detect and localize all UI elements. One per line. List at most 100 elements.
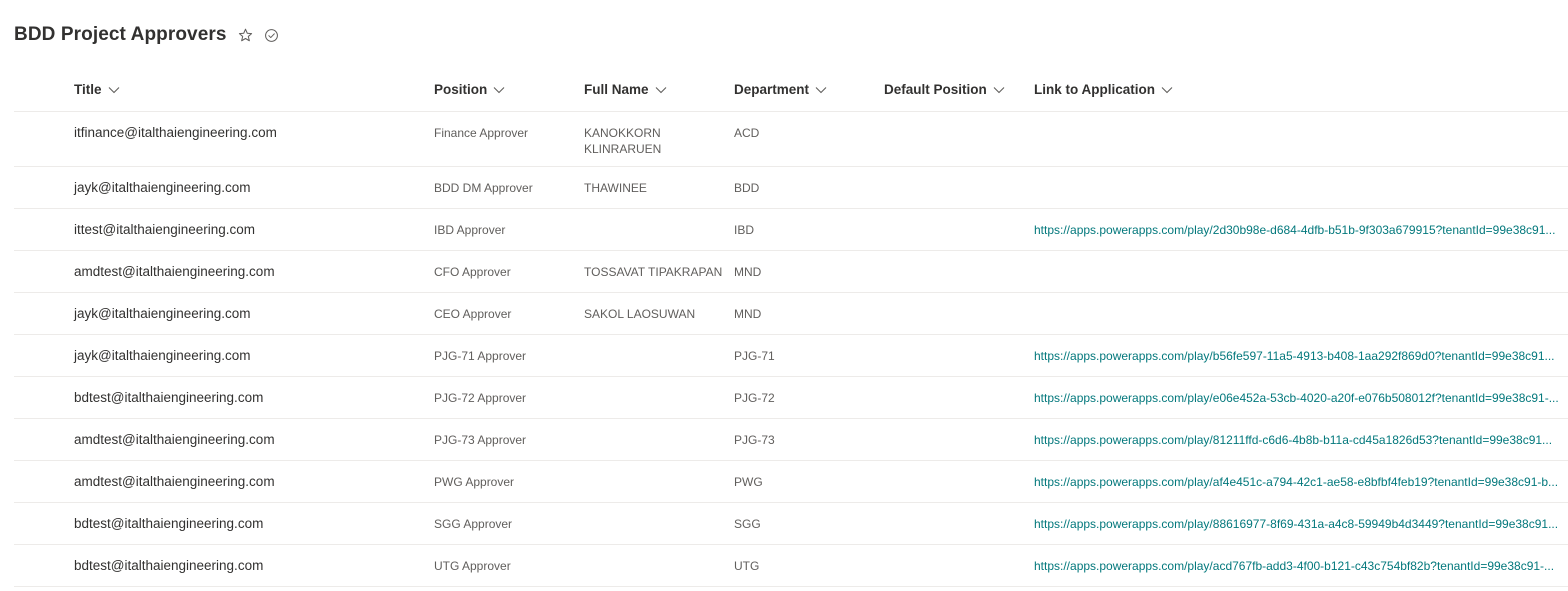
cell-link: [1034, 293, 1568, 306]
check-circle-icon[interactable]: [263, 26, 281, 44]
cell-full-name: [584, 503, 734, 516]
cell-default-position: [884, 419, 1034, 432]
cell-department: PJG-72: [734, 391, 775, 405]
cell-default-position: [884, 251, 1034, 264]
cell-title[interactable]: bdtest@italthaiengineering.com: [74, 503, 434, 532]
cell-title[interactable]: jayk@italthaiengineering.com: [74, 167, 434, 196]
cell-position: PWG Approver: [434, 475, 515, 489]
cell-default-position: [884, 377, 1034, 390]
application-link[interactable]: https://apps.powerapps.com/play/88616977…: [1034, 516, 1568, 532]
cell-position: SGG Approver: [434, 517, 513, 531]
page-title: BDD Project Approvers: [14, 24, 227, 45]
cell-position: PJG-71 Approver: [434, 349, 527, 363]
cell-department: ACD: [734, 126, 760, 140]
column-header-label: Default Position: [884, 82, 987, 97]
table-row[interactable]: amdtest@italthaiengineering.com PWG Appr…: [14, 461, 1568, 503]
column-header-label: Position: [434, 82, 488, 97]
cell-link: [1034, 167, 1568, 180]
column-header-position[interactable]: Position: [434, 68, 584, 111]
table-row[interactable]: amdtest@italthaiengineering.com PJG-73 A…: [14, 419, 1568, 461]
cell-full-name: [584, 209, 734, 222]
table-row[interactable]: ittest@italthaiengineering.com IBD Appro…: [14, 209, 1568, 251]
cell-full-name: [584, 419, 734, 432]
cell-default-position: [884, 335, 1034, 348]
cell-title[interactable]: amdtest@italthaiengineering.com: [74, 251, 434, 280]
chevron-down-icon: [493, 86, 505, 94]
cell-full-name: SAKOL LAOSUWAN: [584, 307, 696, 321]
table-row[interactable]: jayk@italthaiengineering.com BDD DM Appr…: [14, 167, 1568, 209]
cell-link: https://apps.powerapps.com/play/81211ffd…: [1034, 419, 1568, 448]
cell-full-name: [584, 545, 734, 558]
cell-link: [1034, 251, 1568, 264]
column-header-link[interactable]: Link to Application: [1034, 68, 1568, 111]
cell-department: SGG: [734, 517, 761, 531]
application-link[interactable]: https://apps.powerapps.com/play/b56fe597…: [1034, 348, 1568, 364]
cell-default-position: [884, 293, 1034, 306]
application-link[interactable]: https://apps.powerapps.com/play/e06e452a…: [1034, 390, 1568, 406]
cell-position: CEO Approver: [434, 307, 512, 321]
cell-full-name: THAWINEE: [584, 181, 647, 195]
column-header-department[interactable]: Department: [734, 68, 884, 111]
table-row[interactable]: itfinance@italthaiengineering.com Financ…: [14, 112, 1568, 167]
table-row[interactable]: bdtest@italthaiengineering.com UTG Appro…: [14, 545, 1568, 587]
cell-title[interactable]: jayk@italthaiengineering.com: [74, 335, 434, 364]
list-grid: Title Position Full Name Department Defa…: [14, 68, 1568, 587]
cell-title[interactable]: amdtest@italthaiengineering.com: [74, 461, 434, 490]
cell-title[interactable]: jayk@italthaiengineering.com: [74, 293, 434, 322]
cell-full-name: TOSSAVAT TIPAKRAPAN: [584, 265, 723, 279]
cell-title[interactable]: bdtest@italthaiengineering.com: [74, 377, 434, 406]
application-link[interactable]: https://apps.powerapps.com/play/2d30b98e…: [1034, 222, 1568, 238]
cell-full-name: [584, 377, 734, 390]
cell-department: MND: [734, 307, 762, 321]
column-header-default-position[interactable]: Default Position: [884, 68, 1034, 111]
table-row[interactable]: bdtest@italthaiengineering.com PJG-72 Ap…: [14, 377, 1568, 419]
cell-position: PJG-72 Approver: [434, 391, 527, 405]
cell-department: PWG: [734, 475, 763, 489]
cell-link: https://apps.powerapps.com/play/88616977…: [1034, 503, 1568, 532]
chevron-down-icon: [993, 86, 1005, 94]
cell-link: https://apps.powerapps.com/play/2d30b98e…: [1034, 209, 1568, 238]
cell-department: PJG-71: [734, 349, 775, 363]
application-link[interactable]: https://apps.powerapps.com/play/81211ffd…: [1034, 432, 1568, 448]
cell-link: https://apps.powerapps.com/play/b56fe597…: [1034, 335, 1568, 364]
column-header-title[interactable]: Title: [74, 68, 434, 111]
cell-position: UTG Approver: [434, 559, 511, 573]
cell-default-position: [884, 112, 1034, 125]
application-link[interactable]: https://apps.powerapps.com/play/af4e451c…: [1034, 474, 1568, 490]
application-link[interactable]: https://apps.powerapps.com/play/acd767fb…: [1034, 558, 1568, 574]
column-header-label: Department: [734, 82, 810, 97]
cell-title[interactable]: bdtest@italthaiengineering.com: [74, 545, 434, 574]
cell-default-position: [884, 503, 1034, 516]
cell-default-position: [884, 209, 1034, 222]
chevron-down-icon: [815, 86, 827, 94]
column-header-full-name[interactable]: Full Name: [584, 68, 734, 111]
column-header-label: Link to Application: [1034, 82, 1155, 97]
cell-department: MND: [734, 265, 762, 279]
cell-link: https://apps.powerapps.com/play/e06e452a…: [1034, 377, 1568, 406]
cell-title[interactable]: itfinance@italthaiengineering.com: [74, 112, 434, 141]
cell-position: PJG-73 Approver: [434, 433, 527, 447]
cell-department: PJG-73: [734, 433, 775, 447]
cell-department: IBD: [734, 223, 755, 237]
cell-position: Finance Approver: [434, 126, 529, 140]
chevron-down-icon: [1161, 86, 1173, 94]
cell-full-name: KANOKKORN KLINRARUEN: [584, 126, 662, 156]
cell-full-name: [584, 335, 734, 348]
table-row[interactable]: amdtest@italthaiengineering.com CFO Appr…: [14, 251, 1568, 293]
cell-title[interactable]: amdtest@italthaiengineering.com: [74, 419, 434, 448]
cell-position: BDD DM Approver: [434, 181, 533, 195]
table-row[interactable]: jayk@italthaiengineering.com PJG-71 Appr…: [14, 335, 1568, 377]
cell-full-name: [584, 461, 734, 474]
column-header-row: Title Position Full Name Department Defa…: [14, 68, 1568, 112]
star-outline-icon[interactable]: [237, 26, 255, 44]
table-row[interactable]: bdtest@italthaiengineering.com SGG Appro…: [14, 503, 1568, 545]
cell-title[interactable]: ittest@italthaiengineering.com: [74, 209, 434, 238]
column-header-label: Full Name: [584, 82, 649, 97]
cell-link: https://apps.powerapps.com/play/af4e451c…: [1034, 461, 1568, 490]
cell-default-position: [884, 545, 1034, 558]
table-row[interactable]: jayk@italthaiengineering.com CEO Approve…: [14, 293, 1568, 335]
cell-department: UTG: [734, 559, 760, 573]
cell-position: IBD Approver: [434, 223, 506, 237]
chevron-down-icon: [108, 86, 120, 94]
cell-department: BDD: [734, 181, 760, 195]
